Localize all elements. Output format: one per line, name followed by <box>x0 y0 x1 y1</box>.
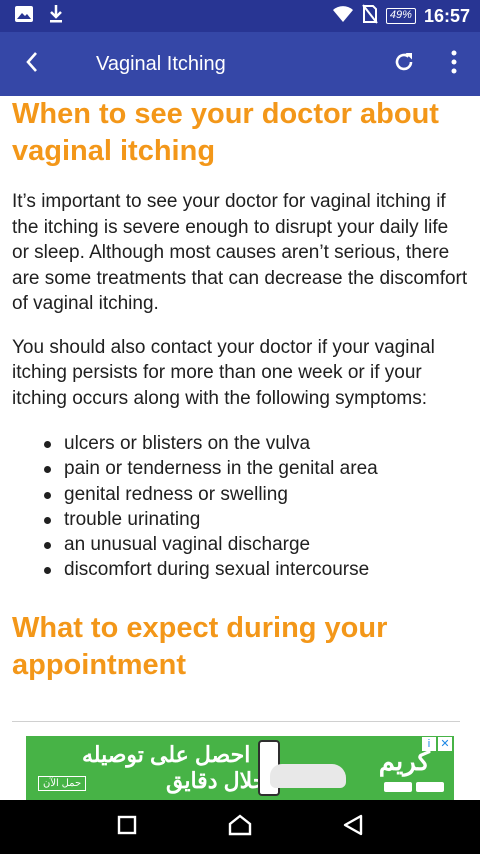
back-button[interactable] <box>0 32 64 96</box>
recents-button[interactable] <box>107 807 147 847</box>
image-notification-icon <box>14 5 34 28</box>
ad-brand-logo: كريم <box>378 746 430 776</box>
more-vert-icon <box>451 50 457 79</box>
refresh-button[interactable] <box>380 32 428 96</box>
recents-icon <box>117 815 137 840</box>
section-heading: When to see your doctor about vaginal it… <box>12 98 439 167</box>
home-icon <box>228 813 252 841</box>
symptoms-list: ulcers or blisters on the vulva pain or … <box>12 431 468 583</box>
ad-banner[interactable]: i ✕ احصل على توصيله خلال دقايق حمل الآن … <box>26 736 454 800</box>
triangle-back-icon <box>342 814 364 841</box>
divider <box>12 721 460 722</box>
google-play-badge <box>416 782 444 792</box>
home-button[interactable] <box>220 807 260 847</box>
ad-cta-button[interactable]: حمل الآن <box>38 776 87 791</box>
system-nav-bar <box>0 800 480 854</box>
article-content[interactable]: When to see your doctor about vaginal it… <box>0 96 480 736</box>
list-item: genital redness or swelling <box>12 482 468 507</box>
refresh-icon <box>392 50 416 79</box>
app-bar: Vaginal Itching <box>0 32 480 96</box>
wifi-icon <box>332 5 354 28</box>
section-heading: What to expect during your appointment <box>12 611 388 681</box>
status-bar: 49% 16:57 <box>0 0 480 32</box>
page-title: Vaginal Itching <box>96 52 226 75</box>
list-item: ulcers or blisters on the vulva <box>12 431 468 456</box>
more-options-button[interactable] <box>428 32 480 96</box>
list-item: pain or tenderness in the genital area <box>12 456 468 481</box>
car-image <box>270 764 346 788</box>
ad-subline: خلال دقايق <box>166 768 267 793</box>
back-nav-button[interactable] <box>333 807 373 847</box>
no-sim-icon <box>362 3 378 29</box>
chevron-left-icon <box>24 50 40 79</box>
paragraph: You should also contact your doctor if y… <box>12 336 435 409</box>
app-store-badge <box>384 782 412 792</box>
close-icon[interactable]: ✕ <box>438 737 452 751</box>
ad-headline: احصل على توصيله <box>82 742 251 767</box>
list-item: trouble urinating <box>12 507 468 532</box>
store-badges <box>384 782 444 792</box>
list-item: discomfort during sexual intercourse <box>12 557 468 582</box>
battery-indicator: 49% <box>385 8 416 24</box>
list-item: an unusual vaginal discharge <box>12 532 468 557</box>
paragraph: It’s important to see your doctor for va… <box>12 191 468 314</box>
download-notification-icon <box>48 4 64 29</box>
clock: 16:57 <box>423 5 470 26</box>
